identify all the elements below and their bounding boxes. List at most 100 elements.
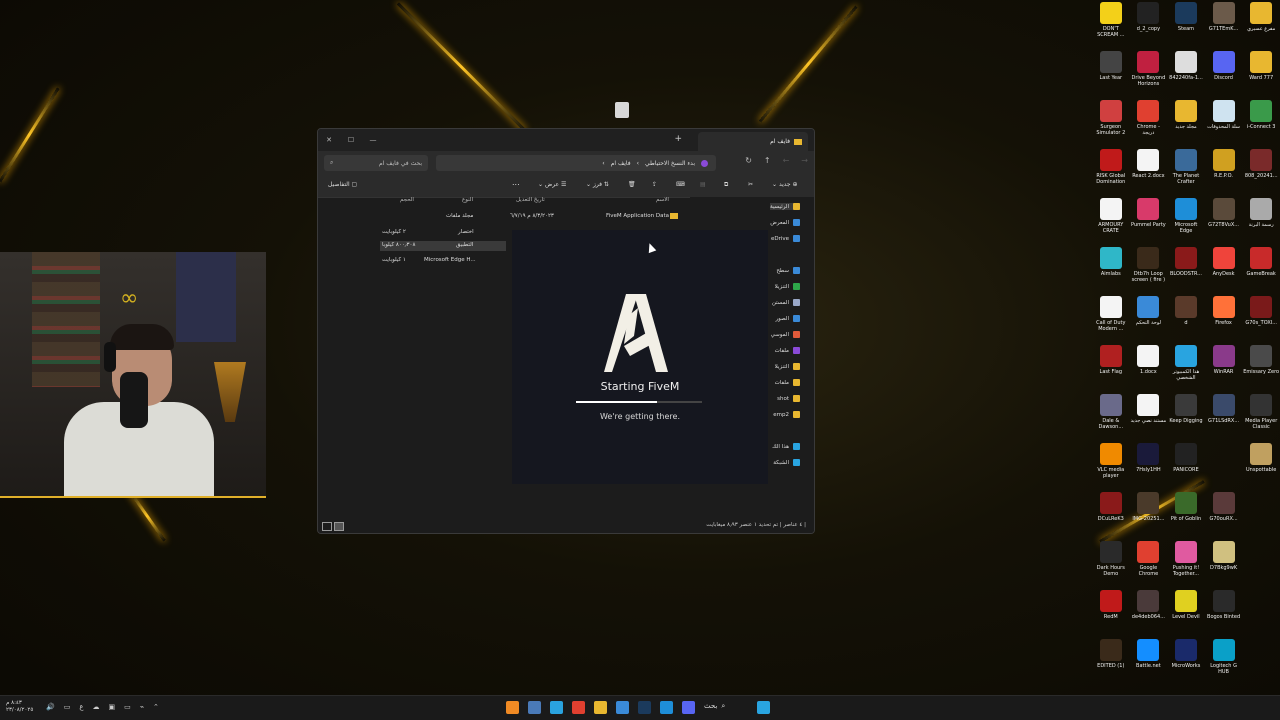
column-type[interactable]: النوع <box>462 197 473 203</box>
nav-item[interactable]: التنزيلا <box>775 363 800 370</box>
desktop-icon[interactable]: DCuLReK3 <box>1092 492 1130 541</box>
desktop-icon[interactable]: 1.docx <box>1130 345 1168 394</box>
details-button[interactable]: التفاصيل ▢ <box>328 181 357 188</box>
desktop-icon[interactable]: مستند نصي جديد <box>1130 394 1168 443</box>
desktop-icon[interactable]: d_2_copy <box>1130 2 1168 51</box>
nav-item[interactable]: الموسي <box>771 331 800 338</box>
nav-item[interactable]: shot <box>777 395 800 402</box>
nav-item[interactable]: ملفات <box>775 347 800 354</box>
desktop-icon[interactable]: MicroWorks <box>1167 639 1205 688</box>
language-indicator[interactable]: ع <box>79 703 83 711</box>
maximize-button[interactable]: ☐ <box>340 136 362 144</box>
nav-item[interactable]: emp2 <box>773 411 800 418</box>
desktop-icon[interactable]: DON'T SCREAM ... <box>1092 2 1130 51</box>
desktop-icon[interactable]: Bogos Binted <box>1205 590 1243 639</box>
column-size[interactable]: الحجم <box>400 197 414 203</box>
desktop-icon[interactable]: React 2.docx <box>1130 149 1168 198</box>
details-view-icon[interactable] <box>322 522 332 531</box>
network-icon[interactable]: ▭ <box>64 703 71 711</box>
desktop-icon[interactable]: Pit of Goblin <box>1167 492 1205 541</box>
desktop-icon[interactable]: Surgeon Simulator 2 <box>1092 100 1130 149</box>
fivem-icon[interactable] <box>506 701 519 714</box>
desktop-icon[interactable]: Dtb7h Loop screen ( fire ) <box>1130 247 1168 296</box>
desktop-icon[interactable]: Ward 777 <box>1242 51 1280 100</box>
discord-icon[interactable] <box>682 701 695 714</box>
nav-item[interactable]: الشبكة <box>773 459 800 466</box>
desktop-icon[interactable]: EDITED (1) <box>1092 639 1130 688</box>
more-button[interactable]: ... <box>512 178 520 187</box>
desktop-icon[interactable]: Microsoft Edge <box>1167 198 1205 247</box>
steam-icon[interactable] <box>638 701 651 714</box>
desktop-icon[interactable]: Dark Hours Demo <box>1092 541 1130 590</box>
desktop-icon[interactable]: Discord <box>1205 51 1243 100</box>
desktop-icon[interactable]: de4deb064... <box>1130 590 1168 639</box>
desktop-icon[interactable]: GameBreak <box>1242 247 1280 296</box>
breadcrumb-backup[interactable]: بدء النسخ الاحتياطي <box>645 160 695 167</box>
up-arrow-icon[interactable]: ↑ <box>764 156 771 165</box>
desktop-icon[interactable]: Battle.net <box>1130 639 1168 688</box>
desktop-icon[interactable]: مجلد جديد <box>1167 100 1205 149</box>
desktop-icon[interactable]: G70ouRX... <box>1205 492 1243 541</box>
nav-item[interactable]: ملفات <box>775 379 800 386</box>
nav-item[interactable]: المستن <box>772 299 800 306</box>
desktop-icon[interactable]: Steam <box>1167 2 1205 51</box>
chrome-icon[interactable] <box>572 701 585 714</box>
desktop-icon[interactable]: ARMOURY CRATE <box>1092 198 1130 247</box>
desktop-icon[interactable]: مفرغ عسيري <box>1242 2 1280 51</box>
desktop-icon[interactable]: RedM <box>1092 590 1130 639</box>
sort-button[interactable]: ⌄ فرز ⇅ <box>586 181 609 188</box>
clock[interactable]: ٨:٤٣ م ٢٣/٠٨/٢٠٢٥ <box>6 700 33 714</box>
desktop-icon[interactable]: Pummel Party <box>1130 198 1168 247</box>
breadcrumb-fivem[interactable]: فايف ام <box>611 160 631 167</box>
file-row-selected[interactable]: ٨٠٠٫٣٠٨ كيلوبا التطبيق <box>380 241 506 251</box>
nav-item[interactable]: هذا الك <box>772 443 800 450</box>
desktop-icon[interactable]: i-Connect 3 <box>1242 100 1280 149</box>
desktop-icon[interactable]: Dale & Dawson... <box>1092 394 1130 443</box>
desktop-icon[interactable]: Last Year <box>1092 51 1130 100</box>
desktop-icon[interactable]: IMG-20251... <box>1130 492 1168 541</box>
desktop-icon[interactable]: Google Chrome <box>1130 541 1168 590</box>
nav-item[interactable]: الصور <box>776 315 800 322</box>
tab-fivem[interactable]: فايف ام <box>698 132 808 151</box>
desktop-icon[interactable]: Emissary Zero <box>1242 345 1280 394</box>
battery-icon[interactable]: ▭ <box>124 703 131 711</box>
desktop-icon[interactable]: Level Devil <box>1167 590 1205 639</box>
desktop-icon[interactable]: PANICORE <box>1167 443 1205 492</box>
chevron-up-icon[interactable]: ⌃ <box>153 703 159 711</box>
desktop-icon[interactable]: AnyDesk <box>1205 247 1243 296</box>
nav-item[interactable]: المعرض <box>770 219 800 226</box>
file-explorer-icon[interactable] <box>594 701 607 714</box>
desktop-icon[interactable]: Chrome - دريجة <box>1130 100 1168 149</box>
desktop-icon[interactable]: Unspottable <box>1242 443 1280 492</box>
volume-icon[interactable]: 🔊 <box>46 703 55 711</box>
close-window-button[interactable]: ✕ <box>318 136 340 144</box>
desktop-icon[interactable]: سلة المحذوفات <box>1205 100 1243 149</box>
desktop-icon[interactable]: D7Bkg9wK <box>1205 541 1243 590</box>
store-icon[interactable] <box>616 701 629 714</box>
new-tab-button[interactable]: + <box>674 134 682 144</box>
nav-item[interactable]: التنزيلا <box>775 283 800 290</box>
desktop-icon[interactable]: The Planet Crafter <box>1167 149 1205 198</box>
desktop-icon[interactable]: WinRAR <box>1205 345 1243 394</box>
taskbar-search[interactable]: بحث ⌕ <box>704 702 725 711</box>
rename-icon[interactable]: ⌨ <box>676 181 685 188</box>
onedrive-icon[interactable]: ☁ <box>93 703 100 711</box>
edge-icon[interactable] <box>660 701 673 714</box>
search-input[interactable]: ⌕ بحث في فايف ام <box>324 155 428 171</box>
desktop-icon[interactable]: 7Hsly1HH <box>1130 443 1168 492</box>
back-arrow-icon[interactable]: → <box>801 156 808 165</box>
desktop-icon[interactable]: Call of Duty Modern ... <box>1092 296 1130 345</box>
desktop-icon[interactable]: Aimlabs <box>1092 247 1130 296</box>
desktop-icon[interactable]: رسمة البرنة <box>1242 198 1280 247</box>
desktop-icon[interactable]: Media Player Classic <box>1242 394 1280 443</box>
refresh-icon[interactable]: ↻ <box>745 156 752 165</box>
tray-app-icon[interactable]: ▣ <box>109 703 116 711</box>
telegram-icon[interactable] <box>550 701 563 714</box>
desktop-icon[interactable]: VLC media player <box>1092 443 1130 492</box>
nav-item[interactable]: الرئيسية <box>770 203 800 210</box>
forward-arrow-icon[interactable]: ← <box>783 156 790 165</box>
cut-icon[interactable]: ✂ <box>748 181 753 188</box>
desktop-icon[interactable]: 842240fa-1... <box>1167 51 1205 100</box>
desktop-icon[interactable]: G71TEmK... <box>1205 2 1243 51</box>
desktop-icon[interactable]: RISK Global Domination <box>1092 149 1130 198</box>
